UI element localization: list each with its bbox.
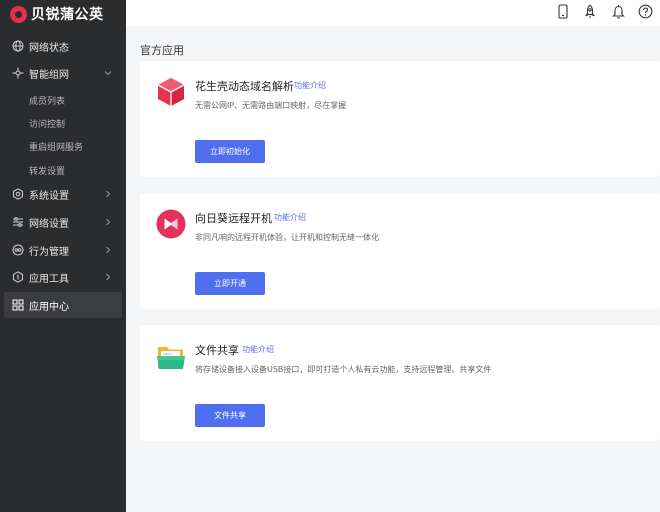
brand-name: 贝锐蒲公英 [31,7,104,23]
sidebar-item-label: 网络设置 [29,218,69,230]
brand-logo[interactable]: 贝锐蒲公英 [10,4,104,24]
section-title: 官方应用 [140,44,184,57]
chevron-right-icon [104,273,112,281]
chevron-right-icon [104,190,112,198]
sidebar: 贝锐蒲公英 网络状态 智能组网 成员列表 访问控制 重启组网服务 转发设置 系统… [0,0,126,512]
chevron-right-icon [104,246,112,254]
initialize-button[interactable]: 立即初始化 [195,140,265,163]
chevron-right-icon [104,218,112,226]
sidebar-item-network-settings[interactable]: 网络设置 [4,209,122,235]
sidebar-item-behavior-management[interactable]: 行为管理 [4,237,122,263]
sidebar-item-smart-networking[interactable]: 智能组网 [4,60,122,86]
feature-intro-link[interactable]: 功能介绍 [274,212,306,223]
sidebar-item-label: 应用中心 [29,301,69,313]
app-name: 文件共享 [195,344,239,357]
sidebar-subitem-restart-service[interactable]: 重启组网服务 [29,140,83,153]
sidebar-subitem-members[interactable]: 成员列表 [29,94,65,107]
feature-intro-link[interactable]: 功能介绍 [242,344,274,355]
sidebar-item-label: 智能组网 [29,69,69,81]
chevron-down-icon [104,69,112,77]
logo-icon [10,5,27,23]
help-icon[interactable] [637,3,653,19]
sidebar-item-app-center[interactable]: 应用中心 [4,292,122,318]
app-card-peanut-shell: 花生壳动态域名解析 功能介绍 无需公网IP、无需路由端口映射，尽在掌握 立即初始… [140,61,660,177]
sidebar-subitem-access-control[interactable]: 访问控制 [29,117,65,130]
app-card-sunflower: 向日葵远程开机 功能介绍 非同凡响的远程开机体验，让开机和控制无缝一体化 立即开… [140,193,660,309]
folder-icon [156,341,186,371]
app-name: 向日葵远程开机 [195,212,272,225]
sidebar-item-label: 网络状态 [29,42,69,54]
behavior-icon [12,244,24,256]
sidebar-subitem-forwarding[interactable]: 转发设置 [29,164,65,177]
sunflower-icon [156,209,186,239]
sidebar-item-label: 行为管理 [29,246,69,258]
app-description: 无需公网IP、无需路由端口映射，尽在掌握 [195,101,347,110]
peanut-shell-icon [156,77,186,107]
sidebar-item-app-tools[interactable]: 应用工具 [4,264,122,290]
grid-icon [12,299,24,311]
sidebar-item-system-settings[interactable]: 系统设置 [4,181,122,207]
sidebar-item-label: 应用工具 [29,273,69,285]
globe-icon [12,40,24,52]
feature-intro-link[interactable]: 功能介绍 [294,80,326,91]
app-description: 将存储设备接入设备USB接口，即可打造个人私有云功能，支持远程管理、共享文件 [195,365,492,374]
network-icon [12,67,24,79]
top-bar [126,0,660,26]
mobile-icon[interactable] [555,3,571,19]
app-name: 花生壳动态域名解析 [195,80,294,93]
app-card-file-sharing: 文件共享 功能介绍 将存储设备接入设备USB接口，即可打造个人私有云功能，支持远… [140,325,660,441]
app-description: 非同凡响的远程开机体验，让开机和控制无缝一体化 [195,233,379,242]
activate-button[interactable]: 立即开通 [195,272,265,295]
sliders-icon [12,216,24,228]
bell-icon[interactable] [610,3,626,19]
sidebar-item-label: 系统设置 [29,190,69,202]
sidebar-item-network-status[interactable]: 网络状态 [4,33,122,59]
file-share-button[interactable]: 文件共享 [195,404,265,427]
rocket-icon[interactable] [582,3,598,19]
gear-icon [12,188,24,200]
tools-icon [12,271,24,283]
